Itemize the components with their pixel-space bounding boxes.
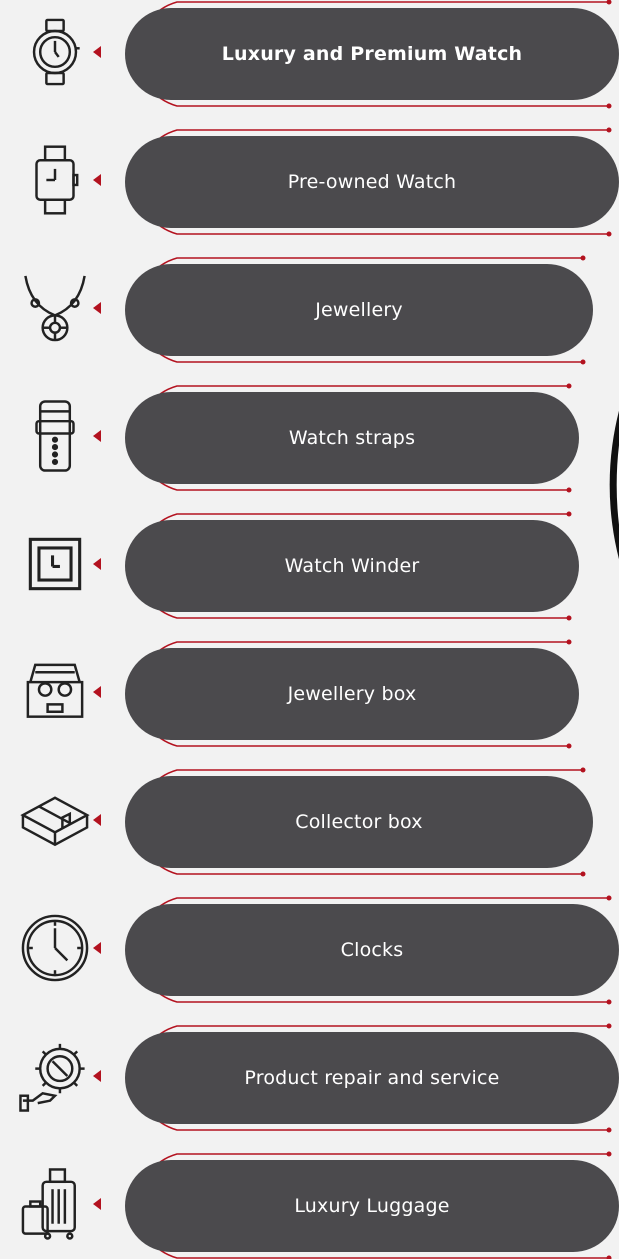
bracket-dot	[566, 743, 572, 749]
category-watch-straps[interactable]: Watch straps	[125, 392, 579, 484]
category-jewellery-box[interactable]: Jewellery box	[125, 648, 579, 740]
pointer-arrow	[93, 942, 101, 954]
bracket-dot	[606, 1255, 612, 1259]
bracket-dot	[566, 383, 572, 389]
pointer-arrow	[93, 814, 101, 826]
category-luxury-premium-watch[interactable]: Luxury and Premium Watch	[125, 8, 619, 100]
clock-icon	[13, 906, 97, 990]
bracket-dot	[580, 767, 586, 773]
watch-winder-icon	[13, 522, 97, 606]
bracket-dot	[566, 639, 572, 645]
jewellery-box-icon	[13, 650, 97, 734]
category-watch-winder[interactable]: Watch Winder	[125, 520, 579, 612]
collector-box-icon	[13, 778, 97, 862]
pointer-arrow	[93, 46, 101, 58]
bracket-dot	[606, 1023, 612, 1029]
bracket-dot	[606, 231, 612, 237]
bracket-dot	[566, 511, 572, 517]
pointer-arrow	[93, 1070, 101, 1082]
category-menu: Luxury and Premium Watch Pre-owned Watch…	[0, 0, 619, 1259]
bracket-dot	[606, 103, 612, 109]
wristwatch-icon	[13, 10, 97, 94]
repair-service-icon	[13, 1034, 97, 1118]
pointer-arrow	[93, 174, 101, 186]
bracket-dot	[580, 255, 586, 261]
bracket-dot	[566, 487, 572, 493]
category-collector-box[interactable]: Collector box	[125, 776, 593, 868]
category-clocks[interactable]: Clocks	[125, 904, 619, 996]
category-product-repair-service[interactable]: Product repair and service	[125, 1032, 619, 1124]
bracket-dot	[580, 871, 586, 877]
category-jewellery[interactable]: Jewellery	[125, 264, 593, 356]
bracket-dot	[566, 615, 572, 621]
pointer-arrow	[93, 1198, 101, 1210]
bracket-dot	[580, 359, 586, 365]
bracket-dot	[606, 0, 612, 5]
bracket-dot	[606, 1127, 612, 1133]
watch-strap-icon	[13, 394, 97, 478]
category-pre-owned-watch[interactable]: Pre-owned Watch	[125, 136, 619, 228]
pointer-arrow	[93, 558, 101, 570]
pointer-arrow	[93, 686, 101, 698]
bracket-dot	[606, 999, 612, 1005]
category-luxury-luggage[interactable]: Luxury Luggage	[125, 1160, 619, 1252]
necklace-icon	[13, 266, 97, 350]
luggage-icon	[13, 1162, 97, 1246]
square-watch-icon	[13, 138, 97, 222]
bracket-dot	[606, 895, 612, 901]
pointer-arrow	[93, 302, 101, 314]
bracket-dot	[606, 1151, 612, 1157]
bracket-dot	[606, 127, 612, 133]
pointer-arrow	[93, 430, 101, 442]
